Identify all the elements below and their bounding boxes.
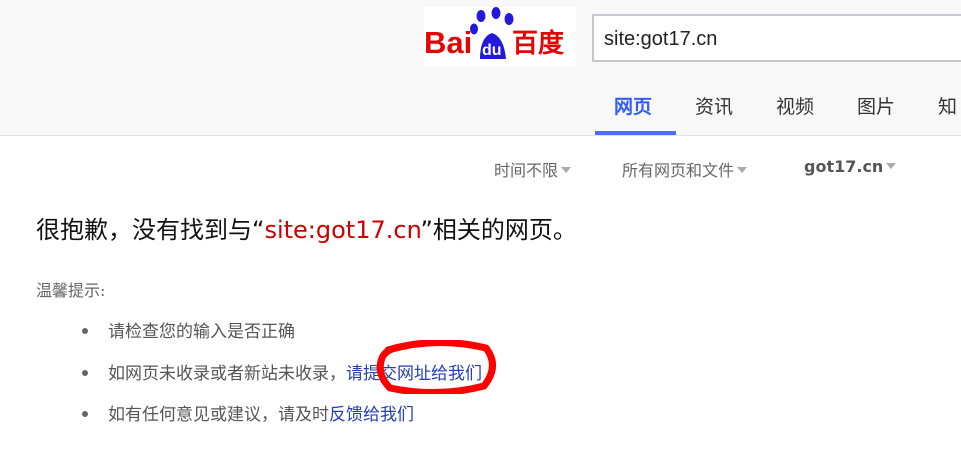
tips-title: 温馨提示: [36,281,106,300]
baidu-logo[interactable]: Bai du 百度 [424,7,576,67]
bullet-icon [82,410,88,417]
filter-time-label: 时间不限 [494,161,559,180]
tab-video[interactable]: 视频 [776,92,814,119]
tab-images[interactable]: 图片 [857,92,895,119]
no-results-message: 很抱歉，没有找到与“site:got17.cn”相关的网页。 [36,210,577,245]
tip-item-submit-url: 如网页未收录或者新站未收录，请提交网址给我们 [82,359,482,384]
logo-bai-text: Bai [424,25,472,60]
tab-zhidao[interactable]: 知 [938,92,957,119]
logo-du-text: du [482,42,502,59]
no-results-suffix: ”相关的网页。 [420,216,577,244]
filter-site[interactable]: got17.cn [804,157,897,176]
bullet-icon [82,369,88,376]
filter-filetype[interactable]: 所有网页和文件 [622,157,748,181]
tab-web[interactable]: 网页 [614,92,652,119]
no-results-query: site:got17.cn [264,216,421,244]
chevron-down-icon [561,166,572,173]
feedback-link[interactable]: 反馈给我们 [329,405,414,425]
tip-item-check-input: 请检查您的输入是否正确 [82,317,295,342]
tip-text: 请检查您的输入是否正确 [108,322,295,342]
active-tab-indicator [595,131,676,135]
tip-text: 如有任何意见或建议，请及时 [108,405,329,425]
logo-cn-text: 百度 [512,28,564,59]
filter-filetype-label: 所有网页和文件 [622,161,735,180]
filter-time[interactable]: 时间不限 [494,157,572,181]
chevron-down-icon [737,166,748,173]
submit-url-link[interactable]: 请提交网址给我们 [346,364,482,384]
tip-text: 如网页未收录或者新站未收录， [108,364,346,384]
search-input[interactable] [604,26,961,52]
filter-site-label: got17.cn [804,157,884,176]
tab-news[interactable]: 资讯 [695,92,733,119]
tip-item-feedback: 如有任何意见或建议，请及时反馈给我们 [82,400,414,425]
search-box[interactable] [592,14,961,62]
chevron-down-icon [886,162,897,169]
no-results-prefix: 很抱歉，没有找到与“ [36,216,265,244]
bullet-icon [82,327,88,334]
header: Bai du 百度 网页 资讯 视频 图片 知 [0,0,961,136]
